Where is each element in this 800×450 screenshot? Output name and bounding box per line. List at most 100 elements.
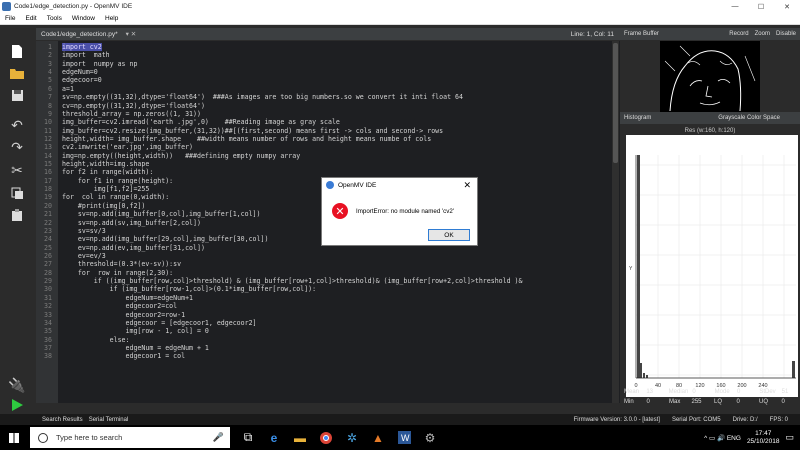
- code-text[interactable]: height,width= img_buffer.shape ##width m…: [56, 135, 431, 143]
- code-line[interactable]: 38 edgecoor1 = col: [36, 352, 620, 360]
- firmware-version[interactable]: Firmware Version: 3.0.0 - [latest]: [574, 417, 660, 423]
- code-text[interactable]: img[row - 1, col] = 0: [56, 327, 209, 335]
- code-line[interactable]: 9 threshold_array = np.zeros((1, 31)): [36, 110, 620, 118]
- code-text[interactable]: threshold=(0.3*(ev-sv)):sv: [56, 260, 181, 268]
- code-text[interactable]: ev=np.add(ev,img_buffer[31,col]): [56, 244, 205, 252]
- code-line[interactable]: 29 if ((img_buffer[row,col]>threshold) &…: [36, 277, 620, 285]
- code-line[interactable]: 37 edgeNum = edgeNum + 1: [36, 344, 620, 352]
- code-text[interactable]: edgeNum=edgeNum+1: [56, 294, 194, 302]
- code-text[interactable]: img=np.empty((height,width)) ###defining…: [56, 152, 300, 160]
- close-window-button[interactable]: ✕: [774, 3, 800, 11]
- code-text[interactable]: edgecoor=0: [56, 76, 102, 84]
- code-line[interactable]: 4 edgeNum=0: [36, 68, 620, 76]
- code-line[interactable]: 10 img_buffer=cv2.imread('earth .jpg',0) …: [36, 118, 620, 126]
- tab-search-results[interactable]: Search Results: [42, 417, 83, 423]
- code-text[interactable]: for row in range(2,30):: [56, 269, 173, 277]
- code-line[interactable]: 33 edgecoor2=row-1: [36, 311, 620, 319]
- zoom-button[interactable]: Zoom: [755, 31, 770, 37]
- code-text[interactable]: import cv2: [56, 43, 102, 51]
- code-line[interactable]: 16 for f2 in range(width):: [36, 168, 620, 176]
- code-text[interactable]: a=1: [56, 85, 74, 93]
- tab-controls[interactable]: ▾ ✕: [118, 30, 137, 38]
- code-line[interactable]: 11 img_buffer=cv2.resize(img_buffer,(31,3…: [36, 127, 620, 135]
- tray-icons[interactable]: ^ ▭ 🔊 ENG: [704, 434, 741, 442]
- edge-icon[interactable]: e: [266, 430, 282, 446]
- code-line[interactable]: 12 height,width= img_buffer.shape ##width…: [36, 135, 620, 143]
- code-text[interactable]: ev=np.add(img_buffer[29,col],img_buffer[…: [56, 235, 269, 243]
- taskbar-search[interactable]: Type here to search 🎤: [30, 427, 230, 448]
- ok-button[interactable]: OK: [428, 229, 470, 241]
- new-file-icon[interactable]: [8, 43, 26, 59]
- code-line[interactable]: 27 threshold=(0.3*(ev-sv)):sv: [36, 260, 620, 268]
- clock[interactable]: 17:47 25/10/2018: [747, 430, 780, 446]
- start-button[interactable]: [0, 425, 28, 450]
- scrollbar-thumb[interactable]: [613, 43, 618, 163]
- code-text[interactable]: for col in range(0,width):: [56, 193, 169, 201]
- code-line[interactable]: 30 if (img_buffer[row-1,col]>(0.1*img_bu…: [36, 285, 620, 293]
- cut-icon[interactable]: ✂: [8, 162, 26, 178]
- menu-window[interactable]: Window: [67, 15, 100, 22]
- copy-icon[interactable]: [8, 185, 26, 201]
- save-icon[interactable]: [8, 87, 26, 103]
- code-text[interactable]: if (img_buffer[row-1,col]>(0.1*img_buffe…: [56, 285, 316, 293]
- code-line[interactable]: 13 cv2.imwrite('ear.jpg',img_buffer): [36, 143, 620, 151]
- code-text[interactable]: edgeNum = edgeNum + 1: [56, 344, 209, 352]
- code-text[interactable]: threshold_array = np.zeros((1, 31)): [56, 110, 201, 118]
- serial-port[interactable]: Serial Port: COM5: [672, 417, 721, 423]
- code-text[interactable]: height,width=img.shape: [56, 160, 149, 168]
- code-text[interactable]: edgecoor2=col: [56, 302, 178, 310]
- python-icon[interactable]: ⚙: [422, 430, 438, 446]
- notifications-icon[interactable]: ▭: [785, 432, 794, 443]
- code-line[interactable]: 3 import numpy as np: [36, 60, 620, 68]
- undo-icon[interactable]: ↶: [8, 117, 26, 133]
- code-text[interactable]: cv=np.empty((31,32),dtype='float64'): [56, 102, 205, 110]
- file-explorer-icon[interactable]: ▬: [292, 430, 308, 446]
- editor-scrollbar[interactable]: [612, 41, 619, 403]
- code-text[interactable]: for f1 in range(height):: [56, 177, 173, 185]
- tab-serial-terminal[interactable]: Serial Terminal: [89, 417, 129, 423]
- dialog-close-icon[interactable]: ✕: [463, 180, 477, 191]
- openmv-icon[interactable]: ✲: [344, 430, 360, 446]
- code-line[interactable]: 28 for row in range(2,30):: [36, 269, 620, 277]
- menu-edit[interactable]: Edit: [20, 15, 41, 22]
- code-line[interactable]: 14 img=np.empty((height,width)) ###defini…: [36, 152, 620, 160]
- word-icon[interactable]: W: [396, 430, 412, 446]
- redo-icon[interactable]: ↷: [8, 139, 26, 155]
- code-line[interactable]: 8 cv=np.empty((31,32),dtype='float64'): [36, 102, 620, 110]
- disable-button[interactable]: Disable: [776, 31, 796, 37]
- code-line[interactable]: 26 ev=ev/3: [36, 252, 620, 260]
- code-text[interactable]: sv=sv/3: [56, 227, 106, 235]
- code-line[interactable]: 35 img[row - 1, col] = 0: [36, 327, 620, 335]
- editor-tab[interactable]: Code1/edge_detection.py*: [36, 31, 118, 38]
- run-icon[interactable]: [8, 397, 26, 413]
- code-text[interactable]: import numpy as np: [56, 60, 137, 68]
- code-text[interactable]: else:: [56, 336, 130, 344]
- code-text[interactable]: sv=np.add(img_buffer[0,col],img_buffer[1…: [56, 210, 261, 218]
- task-view-icon[interactable]: ⧉: [240, 430, 256, 446]
- code-line[interactable]: 7 sv=np.empty((31,32),dtype='float64') ##…: [36, 93, 620, 101]
- code-text[interactable]: #print(img[0,f2]): [56, 202, 146, 210]
- menu-file[interactable]: File: [0, 15, 20, 22]
- paste-icon[interactable]: [8, 207, 26, 223]
- code-line[interactable]: 2 import math: [36, 51, 620, 59]
- code-text[interactable]: img[f1,f2]=255: [56, 185, 150, 193]
- menu-tools[interactable]: Tools: [42, 15, 67, 22]
- code-text[interactable]: edgecoor = [edgecoor1, edgecoor2]: [56, 319, 257, 327]
- code-text[interactable]: edgeNum=0: [56, 68, 98, 76]
- code-line[interactable]: 5 edgecoor=0: [36, 76, 620, 84]
- open-folder-icon[interactable]: [8, 65, 26, 81]
- code-line[interactable]: 6 a=1: [36, 85, 620, 93]
- code-line[interactable]: 1 import cv2: [36, 43, 620, 51]
- minimize-button[interactable]: —: [722, 3, 748, 11]
- code-line[interactable]: 34 edgecoor = [edgecoor1, edgecoor2]: [36, 319, 620, 327]
- code-text[interactable]: cv2.imwrite('ear.jpg',img_buffer): [56, 143, 193, 151]
- record-button[interactable]: Record: [729, 31, 748, 37]
- drive-label[interactable]: Drive: D:/: [733, 417, 758, 423]
- connect-icon[interactable]: 🔌: [8, 377, 26, 393]
- code-line[interactable]: 32 edgecoor2=col: [36, 302, 620, 310]
- code-text[interactable]: edgecoor1 = col: [56, 352, 186, 360]
- code-text[interactable]: img_buffer=cv2.imread('earth .jpg',0) ##…: [56, 118, 340, 126]
- code-line[interactable]: 15 height,width=img.shape: [36, 160, 620, 168]
- code-text[interactable]: sv=np.add(sv,img_buffer[2,col]): [56, 219, 201, 227]
- code-text[interactable]: import math: [56, 51, 110, 59]
